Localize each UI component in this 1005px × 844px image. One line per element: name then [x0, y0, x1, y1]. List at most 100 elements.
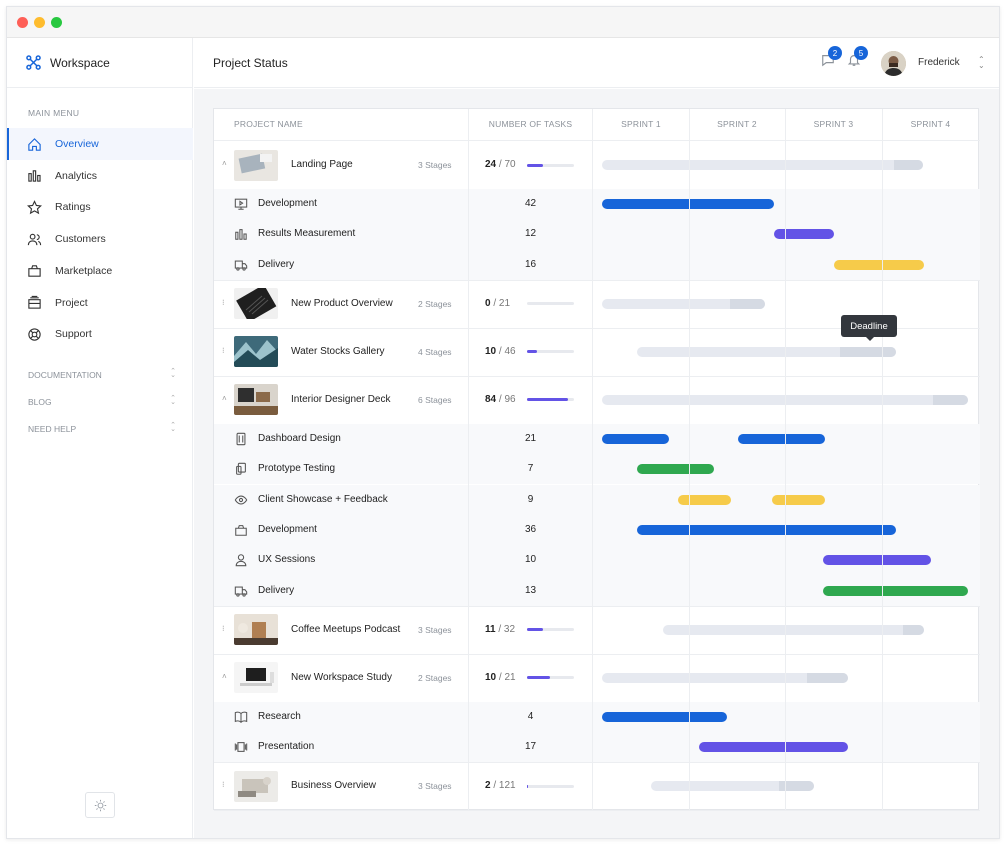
minimize-window-button[interactable]	[34, 17, 45, 28]
task-name[interactable]: Research	[258, 711, 301, 722]
sidebar-item-marketplace[interactable]: Marketplace	[7, 255, 193, 287]
expand-chevron-icon[interactable]: ⁝	[222, 298, 225, 307]
task-name[interactable]: Development	[258, 524, 317, 535]
sidebar-item-customers[interactable]: Customers	[7, 223, 193, 255]
sidebar-item-support[interactable]: Support	[7, 318, 193, 350]
collapse-chevron-icon[interactable]: ˄	[222, 394, 227, 403]
sprint-timeline-bar[interactable]	[637, 346, 896, 357]
task-ratio: 2 / 121	[485, 780, 516, 791]
sprint-timeline-bar[interactable]	[602, 298, 765, 309]
collapse-chevron-icon[interactable]: ˄	[222, 672, 227, 681]
expand-chevron-icon[interactable]: ⁝	[222, 346, 225, 355]
project-name[interactable]: Business Overview	[291, 780, 376, 791]
task-row[interactable]: Client Showcase + Feedback 9	[214, 484, 980, 515]
task-gantt-bar[interactable]	[602, 711, 727, 722]
expand-chevron-icon[interactable]: ⁝	[222, 624, 225, 633]
task-gantt-bar[interactable]	[823, 585, 968, 596]
project-row[interactable]: ˄ Interior Designer Deck 6 Stages 84 / 96	[214, 376, 980, 424]
task-gantt-bar[interactable]	[637, 524, 896, 535]
sidebar-item-ratings[interactable]: Ratings	[7, 191, 193, 223]
task-gantt-bar[interactable]	[699, 742, 848, 753]
sidebar-item-label: Customers	[55, 233, 106, 246]
task-row[interactable]: Development 42	[214, 189, 980, 220]
notifications-button[interactable]: 5	[847, 46, 868, 72]
brand[interactable]: Workspace	[7, 38, 193, 88]
task-row[interactable]: Prototype Testing 7	[214, 454, 980, 485]
sidebar-item-project[interactable]: Project	[7, 287, 193, 319]
workspace-logo-icon	[26, 55, 41, 70]
task-row[interactable]: Research 4	[214, 701, 980, 732]
col-project-name: PROJECT NAME	[234, 119, 303, 129]
expand-chevron-icon[interactable]: ⁝	[222, 780, 225, 789]
task-gantt-bar[interactable]	[738, 434, 825, 445]
project-row[interactable]: ⁝ Business Overview 3 Stages 2 / 121	[214, 762, 980, 810]
task-name[interactable]: Results Measurement	[258, 228, 355, 239]
sprint-timeline-bar[interactable]	[602, 160, 923, 170]
task-count: 36	[524, 523, 537, 535]
project-row[interactable]: ˄ Landing Page 3 Stages 24 / 70	[214, 141, 980, 189]
task-name[interactable]: Client Showcase + Feedback	[258, 494, 388, 505]
monitor-icon	[234, 198, 248, 210]
settings-button[interactable]	[85, 792, 115, 818]
task-name[interactable]: Dashboard Design	[258, 433, 341, 444]
task-gantt-bar[interactable]	[637, 464, 714, 475]
sprint-timeline-bar[interactable]	[602, 672, 848, 683]
maximize-window-button[interactable]	[51, 17, 62, 28]
sidebar-section-label: BLOG	[28, 397, 52, 407]
task-row[interactable]: Dashboard Design 21	[214, 423, 980, 455]
project-row[interactable]: ˄ New Workspace Study 2 Stages 10 / 21	[214, 654, 980, 702]
devices-icon	[236, 463, 246, 476]
task-row[interactable]: Development 36	[214, 514, 980, 546]
project-name[interactable]: Coffee Meetups Podcast	[291, 624, 400, 635]
task-name[interactable]: Presentation	[258, 741, 314, 752]
project-row[interactable]: ⁝ Coffee Meetups Podcast 3 Stages 11 / 32	[214, 606, 980, 654]
task-row[interactable]: UX Sessions 10	[214, 545, 980, 576]
task-name[interactable]: Development	[258, 198, 317, 209]
task-gantt-bar[interactable]	[602, 434, 669, 445]
user-menu-chevron-icon[interactable]: ⌃ ⌄	[978, 56, 985, 70]
project-name[interactable]: New Workspace Study	[291, 672, 392, 683]
page-title: Project Status	[213, 56, 288, 70]
sidebar-section-documentation[interactable]: DOCUMENTATION ⌃ ⌄	[28, 368, 176, 380]
task-name[interactable]: Delivery	[258, 259, 294, 270]
task-gantt-bar[interactable]	[823, 555, 931, 566]
task-gantt-bar[interactable]	[774, 229, 834, 240]
task-name[interactable]: UX Sessions	[258, 554, 315, 565]
progress-bar	[527, 398, 574, 402]
task-row[interactable]: Delivery 16	[214, 249, 980, 280]
project-name[interactable]: Interior Designer Deck	[291, 394, 390, 405]
bar-chart-icon	[28, 170, 41, 182]
home-icon	[28, 137, 41, 151]
project-name[interactable]: Water Stocks Gallery	[291, 346, 385, 357]
task-gantt-bar[interactable]	[678, 494, 731, 505]
task-gantt-bar[interactable]	[602, 199, 774, 210]
messages-button[interactable]: 2	[821, 46, 842, 72]
timeline-end-segment	[807, 672, 848, 683]
truck-icon	[234, 586, 248, 597]
sidebar-section-blog[interactable]: BLOG ⌃ ⌄	[28, 395, 176, 407]
task-row[interactable]: Results Measurement 12	[214, 219, 980, 250]
progress-fill	[527, 350, 538, 354]
sprint-timeline-bar[interactable]	[663, 624, 924, 635]
divider-sprints	[592, 109, 593, 811]
collapse-chevron-icon[interactable]: ˄	[222, 159, 227, 168]
task-ratio: 84 / 96	[485, 394, 516, 405]
task-gantt-bar[interactable]	[772, 494, 825, 505]
task-name[interactable]: Delivery	[258, 585, 294, 596]
project-thumbnail	[234, 770, 278, 802]
task-row[interactable]: Presentation 17	[214, 732, 980, 763]
task-row[interactable]: Delivery 13	[214, 575, 980, 606]
sidebar-item-analytics[interactable]: Analytics	[7, 160, 193, 192]
timeline-end-segment	[730, 298, 765, 309]
shopping-bag-icon	[235, 525, 247, 536]
close-window-button[interactable]	[17, 17, 28, 28]
sidebar-item-overview[interactable]: Overview	[7, 128, 193, 160]
avatar[interactable]	[881, 51, 906, 76]
project-name[interactable]: New Product Overview	[291, 298, 393, 309]
task-gantt-bar[interactable]	[834, 259, 924, 270]
project-name[interactable]: Landing Page	[291, 159, 353, 170]
sidebar-section-need-help[interactable]: NEED HELP ⌃ ⌄	[28, 422, 176, 434]
task-count: 12	[524, 228, 537, 240]
sprint-timeline-bar[interactable]	[651, 781, 814, 792]
task-name[interactable]: Prototype Testing	[258, 463, 335, 474]
